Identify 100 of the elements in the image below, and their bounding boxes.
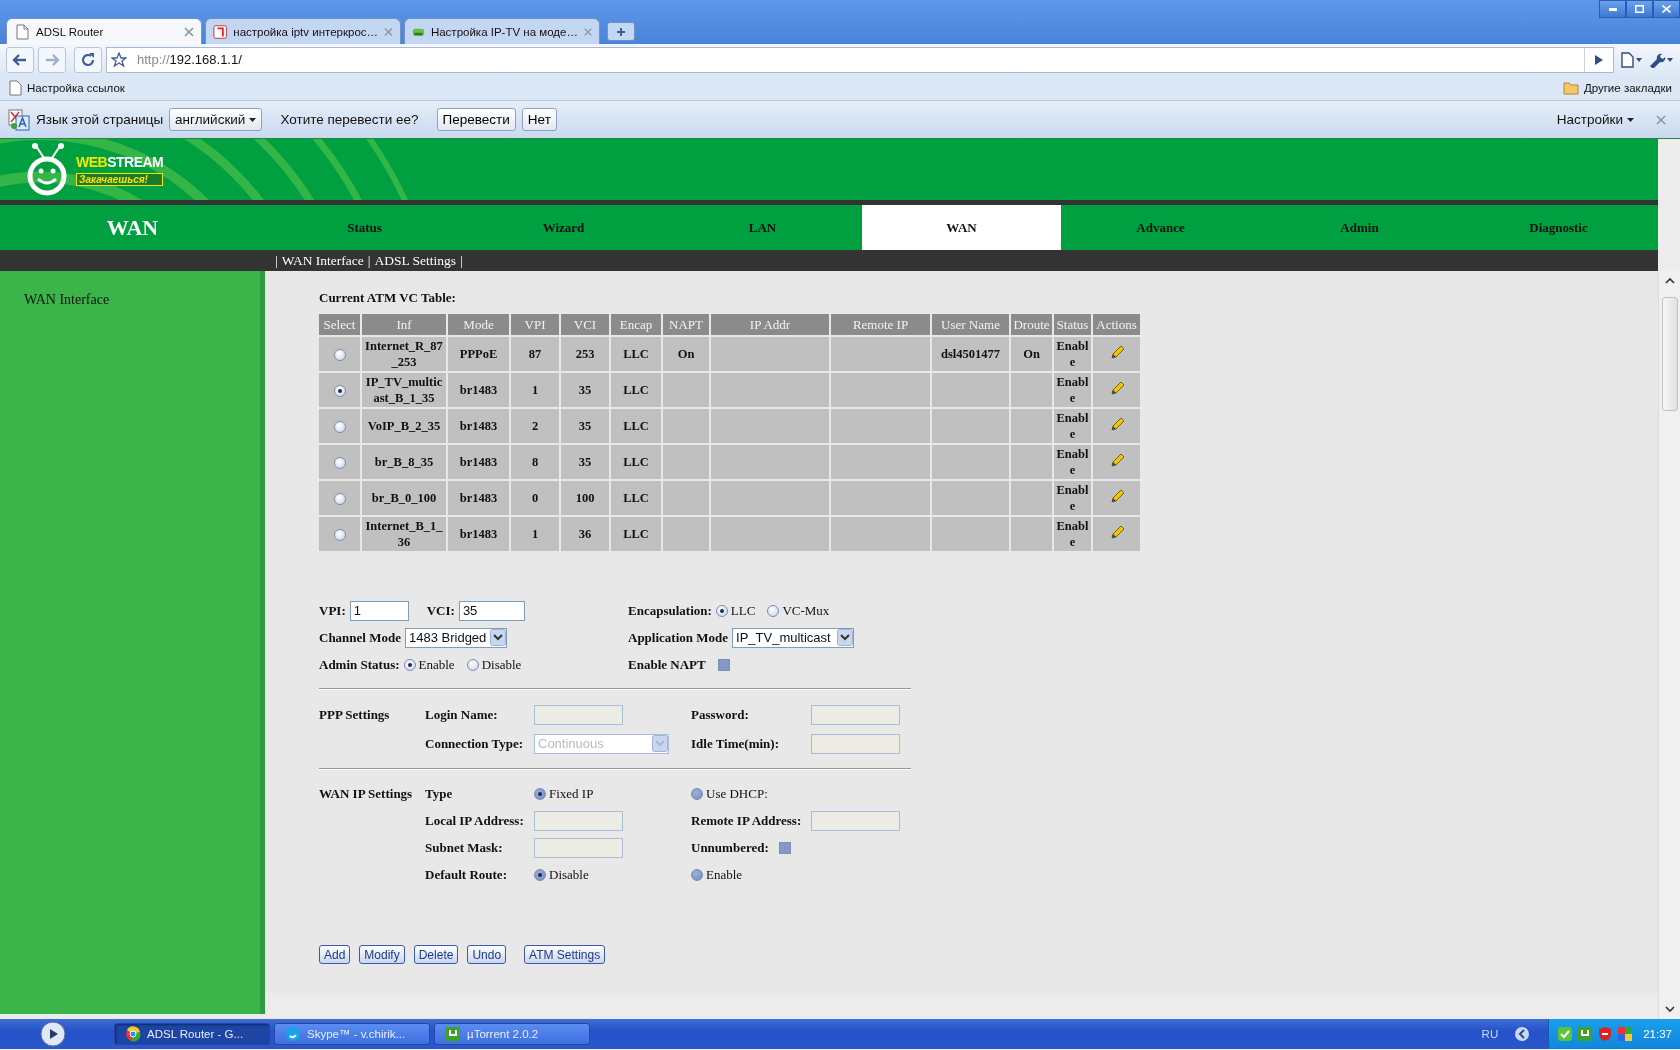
form-button[interactable]: Add [319,945,351,964]
nav-tab[interactable]: Status [265,205,464,250]
other-bookmarks-link[interactable]: Другие закладки [1583,81,1672,94]
column-header: IP Addr [711,314,829,335]
close-icon[interactable] [1656,114,1666,125]
field-label: Application Mode [628,629,729,646]
radio-button[interactable] [333,457,346,470]
field-label: Remote IP Address: [691,812,803,829]
table-cell: LLC [611,409,661,443]
close-icon[interactable] [583,26,592,37]
taskbar-item[interactable]: Skype™ - v.chirik... [274,1023,430,1045]
column-header: NAPT [663,314,709,335]
form-button[interactable]: Delete [413,945,459,964]
translate-button[interactable]: Нет [521,108,557,131]
table-cell: br_B_0_100 [362,481,446,515]
table-cell: Enable [1054,373,1091,407]
radio-button[interactable] [333,349,346,362]
form-button[interactable]: Modify [359,945,405,964]
play-icon[interactable] [1594,53,1604,66]
reload-button[interactable] [74,46,102,73]
scrollbar[interactable] [1658,271,1680,1019]
field-label: Channel Mode [319,629,401,646]
pencil-icon[interactable] [1108,488,1125,504]
radio-button[interactable] [767,604,780,617]
close-icon [1662,5,1671,13]
bookmark-link[interactable]: Настройка ссылок [27,81,125,94]
scroll-down-icon[interactable] [1664,1005,1675,1013]
column-header: VPI [511,314,559,335]
field-label: Subnet Mask: [425,839,504,856]
maximize-button[interactable] [1626,0,1653,18]
radio-button[interactable] [333,529,346,542]
table-cell: Enable [1054,445,1091,479]
field-label: Enable NAPT [628,656,706,673]
form-button[interactable]: Undo [467,945,507,964]
nav-tab[interactable]: Diagnostic [1459,205,1658,250]
vci-field[interactable]: 35 [458,600,525,621]
pencil-icon[interactable] [1108,416,1125,432]
scrollbar-thumb[interactable] [1661,297,1678,411]
new-tab-button[interactable] [607,22,635,41]
application-mode-select[interactable]: IP_TV_multicast [732,627,855,648]
address-bar[interactable]: http://192.168.1.1/ [106,46,1614,73]
table-cell: 100 [561,481,609,515]
radio-button[interactable] [466,658,479,671]
checkmark-icon[interactable] [1557,1026,1574,1042]
collapse-icon[interactable] [1514,1026,1531,1042]
pencil-icon[interactable] [1108,344,1125,360]
taskbar-item[interactable]: ADSL Router - G... [114,1023,270,1045]
nav-tab[interactable]: LAN [663,205,862,250]
pencil-icon[interactable] [1108,524,1125,540]
close-icon[interactable] [184,26,194,37]
nav-tab[interactable]: Wizard [464,205,663,250]
torrent-tray-icon[interactable] [1577,1026,1594,1042]
favicon-icon [213,23,228,40]
page-menu-icon[interactable] [1620,51,1644,68]
brand-name: WEBSTREAM [76,154,164,170]
shield-icon[interactable] [1597,1026,1614,1042]
back-arrow-icon [12,51,28,68]
wrench-icon[interactable] [1648,51,1674,68]
table-cell: Enable [1054,409,1091,443]
radio-button[interactable] [333,493,346,506]
vpi-field[interactable]: 1 [349,600,409,621]
close-icon[interactable] [384,26,393,37]
column-header: VCI [561,314,609,335]
play-button-icon[interactable] [38,1021,68,1047]
nav-tab[interactable]: WAN [862,205,1061,250]
language-select[interactable]: английский [169,108,263,131]
settings-menu[interactable]: Настройки [1556,112,1634,127]
radio-button[interactable] [403,658,416,671]
sidebar-link[interactable]: WAN Interface [24,292,110,307]
radio-label: LLC [730,602,756,619]
network-icon[interactable] [1617,1026,1634,1042]
pencil-icon[interactable] [1108,380,1125,396]
field-label: Admin Status: [319,656,400,673]
star-icon[interactable] [111,51,127,68]
back-button[interactable] [6,46,34,73]
radio-button[interactable] [333,385,346,398]
subnav-link[interactable]: ADSL Settings [374,252,457,269]
pencil-icon[interactable] [1108,452,1125,468]
channel-mode-select[interactable]: 1483 Bridged [405,627,507,648]
taskbar-item[interactable]: µTorrent 2.0.2 [434,1023,590,1045]
section-label: WAN IP Settings [319,785,414,802]
table-cell: br1483 [448,409,509,443]
nav-tab[interactable]: Admin [1260,205,1459,250]
column-header: Actions [1093,314,1140,335]
subnav-link[interactable]: WAN Interface [281,252,364,269]
separator-mark: | [367,252,371,269]
nav-tab[interactable]: Advance [1061,205,1260,250]
scroll-up-icon[interactable] [1664,277,1675,285]
translate-button[interactable]: Перевести [436,108,516,131]
table-cell: br1483 [448,517,509,551]
browser-tab[interactable]: ADSL Router [6,18,202,44]
form-button[interactable]: ATM Settings [524,945,606,964]
minimize-button[interactable] [1599,0,1626,18]
radio-button[interactable] [715,604,728,617]
browser-tab[interactable]: Настройка IP-TV на моде… [404,18,600,44]
language-indicator[interactable]: RU [1481,1028,1499,1040]
browser-tab[interactable]: настройка iptv интеркрос… [205,18,401,44]
table-cell: VoIP_B_2_35 [362,409,446,443]
close-button[interactable] [1653,0,1680,18]
radio-button[interactable] [333,421,346,434]
